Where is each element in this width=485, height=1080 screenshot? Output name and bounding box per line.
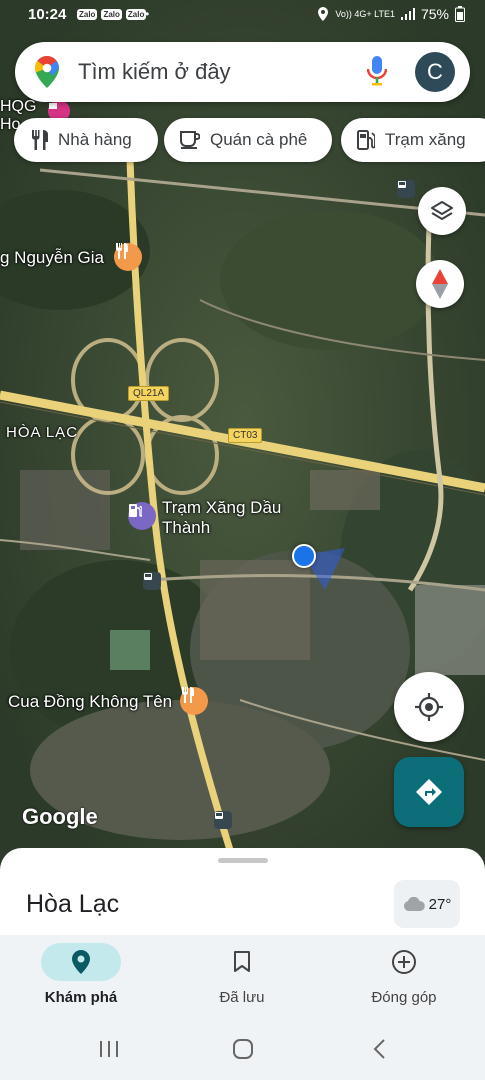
map-label-gas-station[interactable]: Trạm Xăng Dầu Thành	[162, 498, 281, 538]
search-bar[interactable]: Tìm kiếm ở đây C	[15, 42, 470, 102]
add-circle-icon	[392, 950, 416, 974]
google-maps-pin-icon	[35, 56, 59, 88]
nav-label: Đóng góp	[371, 989, 437, 1006]
signal-icon	[400, 8, 415, 20]
account-avatar[interactable]: C	[415, 52, 455, 92]
restaurant-poi-icon[interactable]	[114, 243, 142, 271]
map-label-hoa-lac: HÒA LẠC	[6, 424, 79, 441]
current-location-dot[interactable]	[292, 544, 316, 568]
sheet-drag-handle[interactable]	[218, 858, 268, 863]
nav-label: Khám phá	[44, 989, 118, 1006]
bus-stop-icon[interactable]	[397, 180, 415, 198]
directions-icon	[416, 779, 442, 805]
nav-saved[interactable]: Đã lưu	[182, 943, 302, 1006]
chip-restaurants[interactable]: Nhà hàng	[14, 118, 158, 162]
weather-badge[interactable]: 27°	[394, 880, 460, 928]
compass-icon	[432, 269, 448, 299]
notification-dot: •	[145, 7, 150, 21]
nav-pill	[364, 943, 444, 981]
cloud-icon	[403, 897, 425, 911]
road-shield-ql21a: QL21A	[128, 386, 170, 401]
chip-gas-station[interactable]: Trạm xăng	[341, 118, 485, 162]
zalo-badge: Zalo	[125, 9, 147, 20]
nav-pill	[202, 943, 282, 981]
bus-stop-icon[interactable]	[143, 572, 161, 590]
chip-label: Quán cà phê	[210, 130, 308, 149]
place-title: Hòa Lạc	[26, 890, 120, 918]
recent-apps-icon[interactable]	[98, 1039, 120, 1059]
compass-button[interactable]	[416, 260, 464, 308]
status-time: 10:24	[28, 6, 67, 23]
network-indicator: Vo)) 4G+ LTE1	[335, 9, 395, 19]
zalo-badge: Zalo	[101, 9, 122, 20]
notification-badges: Zalo Zalo Zalo	[77, 9, 147, 20]
map-label-cua-dong[interactable]: Cua Đồng Không Tên	[8, 692, 172, 712]
crosshair-icon	[415, 693, 443, 721]
zalo-badge: Zalo	[77, 9, 98, 20]
status-bar: 10:24 Zalo Zalo Zalo • Vo)) 4G+ LTE1 75%	[0, 0, 485, 32]
coffee-icon	[180, 131, 200, 149]
restaurant-icon	[32, 130, 48, 150]
search-input[interactable]: Tìm kiếm ở đây	[78, 59, 231, 85]
nav-label: Đã lưu	[219, 989, 265, 1006]
explore-pin-icon	[72, 950, 90, 974]
home-icon[interactable]	[232, 1038, 254, 1060]
chip-coffee[interactable]: Quán cà phê	[164, 118, 332, 162]
layers-icon	[431, 201, 453, 220]
battery-percent: 75%	[420, 6, 449, 22]
microphone-icon[interactable]	[367, 56, 387, 86]
gas-station-poi-icon[interactable]	[128, 502, 156, 530]
bottom-navigation: Khám phá Đã lưu Đóng góp	[0, 935, 485, 1030]
map-label-nguyen-gia[interactable]: g Nguyễn Gia	[0, 248, 104, 268]
system-navigation-bar	[0, 1025, 485, 1080]
location-icon	[318, 7, 329, 21]
restaurant-poi-icon[interactable]	[180, 687, 208, 715]
nav-contribute[interactable]: Đóng góp	[344, 943, 464, 1006]
directions-button[interactable]	[394, 757, 464, 827]
battery-icon	[455, 6, 465, 22]
temperature: 27°	[428, 895, 452, 913]
google-attribution: Google	[22, 804, 98, 829]
back-icon[interactable]	[372, 1038, 386, 1060]
road-shield-ct03: CT03	[228, 428, 263, 443]
layers-button[interactable]	[418, 187, 466, 235]
nav-explore[interactable]: Khám phá	[21, 943, 141, 1006]
bus-stop-icon[interactable]	[214, 811, 232, 829]
place-sheet[interactable]: Hòa Lạc 27°	[0, 848, 485, 948]
chip-label: Nhà hàng	[58, 130, 132, 149]
bookmark-icon	[234, 951, 250, 972]
status-right-icons: Vo)) 4G+ LTE1 75%	[317, 6, 465, 22]
nav-pill	[41, 943, 121, 981]
my-location-button[interactable]	[394, 672, 464, 742]
chip-label: Trạm xăng	[385, 130, 466, 149]
gas-station-icon	[357, 130, 375, 150]
